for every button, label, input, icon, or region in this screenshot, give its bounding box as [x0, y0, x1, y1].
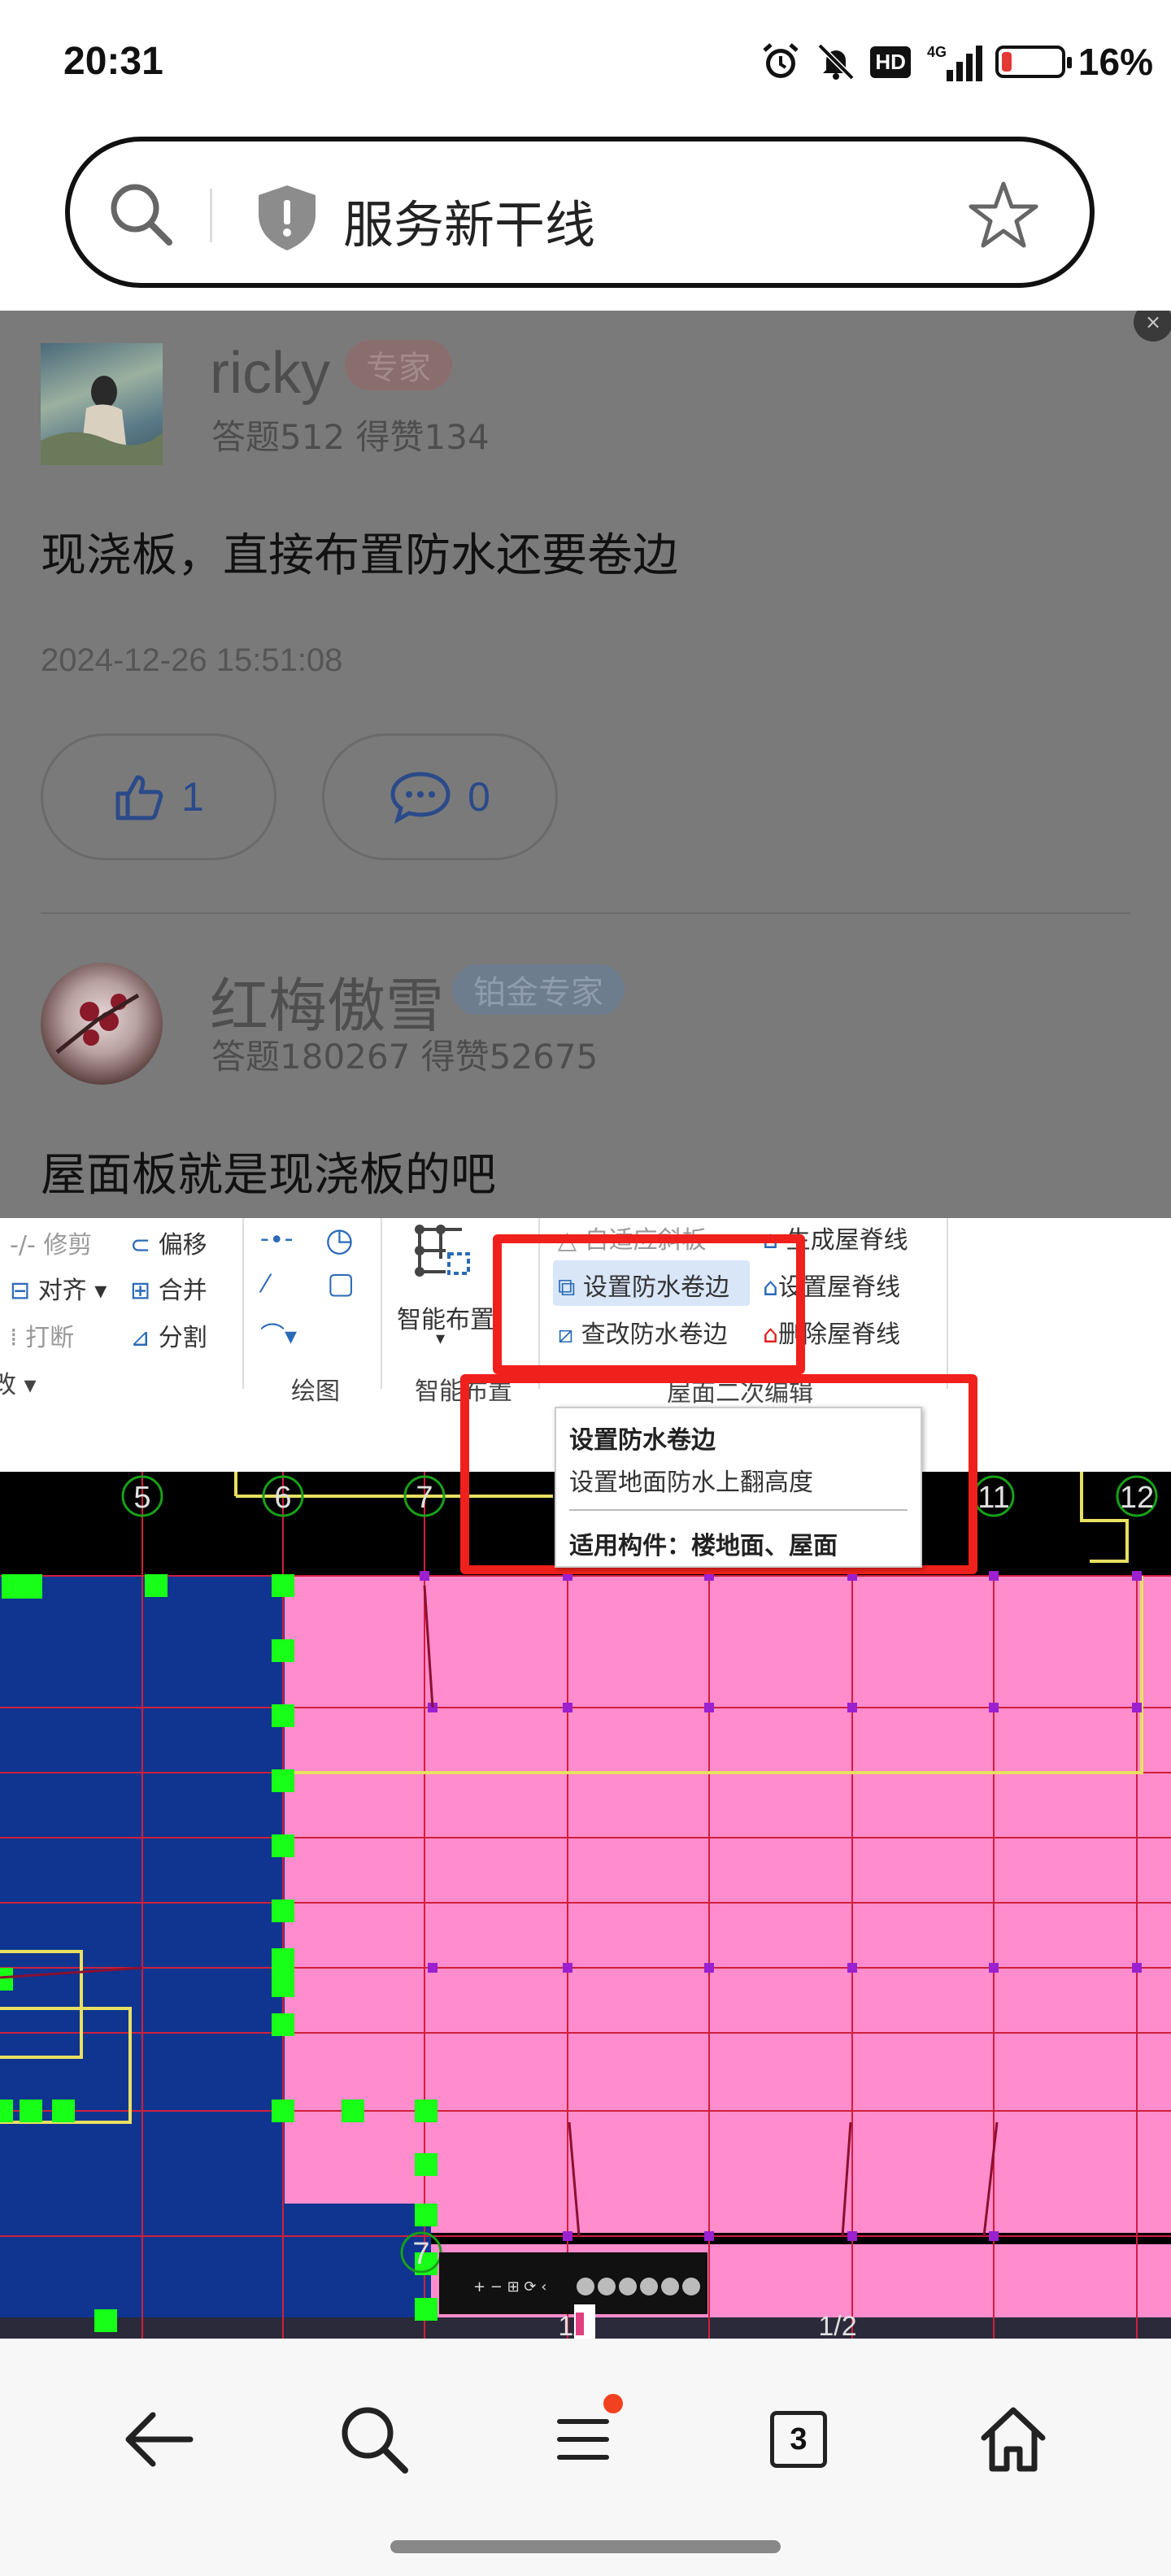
alarm-icon — [760, 41, 802, 83]
user-stats: 答题180267 得赞52675 — [211, 1037, 599, 1077]
cad-canvas: 5 6 7 11 12 7 1/2 1/2 + − ⊞ ⟳ ‹ — [0, 1472, 1171, 2339]
align-icon: ⊟ — [10, 1277, 31, 1305]
tabs-icon: 3 — [770, 2411, 827, 2468]
axis-label: 1/2 — [818, 2311, 856, 2339]
divider — [381, 1218, 382, 1389]
answer-text: 现浇板，直接布置防水还要卷边 — [41, 529, 678, 582]
back-arrow-icon — [125, 2412, 194, 2467]
divider — [569, 1509, 908, 1511]
notification-dot — [603, 2394, 623, 2413]
divider — [210, 189, 212, 242]
pink-slab — [285, 1576, 1171, 2233]
battery-percent: 16% — [1077, 41, 1153, 83]
smart-layout-button: 智能布置 — [397, 1306, 494, 1334]
shield-warning-icon[interactable] — [250, 181, 324, 254]
answer-date: 2024-12-26 15:51:08 — [41, 642, 343, 678]
arc-icon: ⌒▾ — [260, 1322, 298, 1351]
red-highlight-box — [493, 1234, 805, 1374]
axis-label: 12 — [1120, 1481, 1154, 1515]
like-count: 1 — [181, 774, 204, 820]
back-button[interactable] — [114, 2394, 205, 2485]
home-indicator[interactable] — [390, 2540, 781, 2553]
comment-icon — [390, 772, 451, 825]
axis-label: 7 — [412, 2237, 429, 2271]
svg-text:+ − ⊞ ⟳ ‹: + − ⊞ ⟳ ‹ — [473, 2278, 546, 2295]
split-tool: ⊿ 分割 — [130, 1324, 207, 1352]
close-icon[interactable]: × — [1134, 311, 1171, 342]
status-bar: 20:31 HD 4G 16% — [0, 0, 1171, 130]
answers-overlay: × ricky 专家 答题512 得赞134 现浇板，直接布置防水还要卷边 20… — [0, 311, 1171, 1218]
merge-tool: ⊞ 合并 — [130, 1277, 207, 1305]
clock-icon: ◷ — [325, 1221, 354, 1259]
avatar[interactable] — [41, 343, 163, 465]
search-icon[interactable] — [102, 176, 181, 254]
bottom-nav: 3 — [0, 2339, 1171, 2576]
search-button[interactable] — [329, 2394, 420, 2485]
point-icon: -∙- — [260, 1225, 294, 1253]
trim-icon: -/- — [10, 1231, 36, 1260]
draw-group-label: 绘图 — [291, 1377, 340, 1406]
home-button[interactable] — [968, 2394, 1059, 2485]
offset-tool: ⊂ 偏移 — [130, 1231, 207, 1260]
answer-text: 屋面板就是现浇板的吧 — [41, 1149, 496, 1202]
axis-label: 7 — [416, 1481, 433, 1515]
status-time: 20:31 — [63, 40, 163, 83]
status-icons: HD 4G 16% — [760, 36, 1153, 88]
menu-icon — [557, 2419, 609, 2460]
expert-badge: 专家 — [345, 340, 452, 390]
signal-4g-icon: 4G — [924, 41, 982, 83]
align-tool: ⊟ 对齐 ▾ — [10, 1277, 107, 1305]
tabs-button[interactable]: 3 — [753, 2394, 844, 2485]
menu-button[interactable] — [540, 2394, 631, 2485]
tooltip-applies: 适用构件：楼地面、屋面 — [569, 1532, 838, 1560]
split-icon: ⊿ — [130, 1324, 151, 1352]
address-bar[interactable]: 服务新干线 — [65, 137, 1095, 288]
axis-label: 5 — [133, 1481, 150, 1515]
comment-count: 0 — [468, 774, 490, 820]
axis-label: 6 — [274, 1481, 291, 1515]
avatar[interactable] — [41, 963, 163, 1085]
divider — [41, 912, 1130, 914]
break-tool: ⁞ 打断 — [10, 1324, 75, 1352]
ribbon-group-partial: 改 ▾ — [0, 1371, 37, 1399]
attached-screenshot[interactable]: -/- 修剪 ⊂ 偏移 ⊟ 对齐 ▾ ⊞ 合并 ⁞ 打断 ⊿ 分割 改 ▾ -∙… — [0, 1218, 1171, 2339]
username[interactable]: ricky — [210, 340, 330, 407]
address-query[interactable]: 服务新干线 — [343, 184, 595, 257]
svg-text:4G: 4G — [927, 44, 947, 60]
battery-icon — [995, 46, 1072, 78]
search-icon — [342, 2407, 408, 2474]
thumbs-up-icon — [115, 775, 163, 820]
user-stats: 答题512 得赞134 — [211, 417, 490, 457]
merge-icon: ⊞ — [130, 1277, 151, 1305]
trim-tool: -/- 修剪 — [10, 1231, 93, 1260]
divider — [242, 1218, 244, 1389]
divider — [947, 1218, 948, 1389]
hd-badge: HD — [870, 46, 911, 78]
line-icon: ⁄ — [263, 1270, 268, 1299]
axis-label: 11 — [977, 1481, 1009, 1515]
mute-bell-icon — [815, 41, 857, 83]
offset-icon: ⊂ — [130, 1231, 151, 1260]
smart-layout-icon — [408, 1218, 473, 1290]
comment-button[interactable]: 0 — [322, 733, 558, 860]
chevron-down-icon: ▾ — [436, 1329, 446, 1349]
rect-icon: ▢ — [327, 1267, 355, 1300]
tooltip: 设置防水卷边 设置地面防水上翻高度 适用构件：楼地面、屋面 — [555, 1407, 922, 1568]
break-icon: ⁞ — [10, 1324, 18, 1352]
star-bookmark-icon[interactable] — [964, 176, 1043, 254]
home-icon — [981, 2407, 1046, 2472]
platinum-expert-badge: 铂金专家 — [452, 964, 625, 1015]
tooltip-title: 设置防水卷边 — [569, 1426, 716, 1455]
tooltip-description: 设置地面防水上翻高度 — [569, 1469, 813, 1497]
like-button[interactable]: 1 — [41, 733, 276, 860]
